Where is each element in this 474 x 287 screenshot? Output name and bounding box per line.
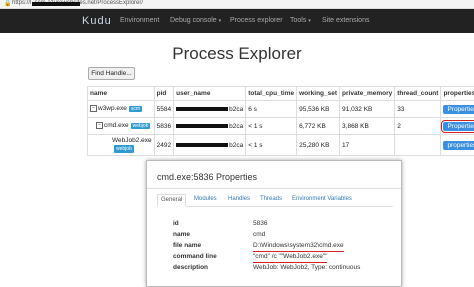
- working-set-cell: 6,772 KB: [297, 118, 340, 135]
- chevron-down-icon: ▾: [308, 18, 311, 24]
- private-memory-cell: 91,032 KB: [340, 101, 395, 118]
- table-row[interactable]: −cmd.exewebjob 5836 b2ca < 1 s 6,772 KB …: [88, 118, 474, 135]
- properties-cell: Properties...: [441, 101, 474, 118]
- nav-tools[interactable]: Tools ▾: [290, 17, 311, 24]
- table-header-row: name pid user_name total_cpu_time workin…: [88, 87, 474, 101]
- redaction-bar: [176, 107, 228, 111]
- properties-button[interactable]: Properties...: [443, 105, 474, 114]
- working-set-cell: 25,280 KB: [297, 135, 340, 156]
- property-key: description: [173, 262, 208, 273]
- process-name: cmd.exe: [104, 123, 129, 130]
- properties-cell: Properties...: [441, 118, 474, 135]
- process-name: WebJob2.exe: [112, 137, 152, 144]
- property-value: 5836: [253, 218, 267, 229]
- private-memory-cell: 17: [340, 135, 395, 156]
- cpu-time-cell: < 1 s: [246, 118, 297, 135]
- table-row[interactable]: −w3wp.exescm 5584 b2ca 6 s 95,536 KB 91,…: [88, 101, 474, 118]
- pid-cell: 2492: [154, 135, 173, 156]
- top-navbar: Kudu Environment Debug console ▾ Process…: [0, 9, 474, 33]
- nav-environment[interactable]: Environment: [120, 17, 159, 24]
- user-suffix: b2ca: [229, 123, 243, 130]
- tab-modules[interactable]: Modules: [191, 194, 220, 205]
- nav-process-explorer[interactable]: Process explorer: [230, 17, 283, 24]
- property-key: file name: [173, 240, 201, 251]
- private-memory-cell: 3,868 KB: [340, 118, 395, 135]
- redaction-bar: [176, 143, 228, 147]
- col-thread-count[interactable]: thread_count: [395, 87, 441, 101]
- process-table: name pid user_name total_cpu_time workin…: [87, 86, 474, 156]
- col-working-set[interactable]: working_set: [297, 87, 340, 101]
- working-set-cell: 95,536 KB: [297, 101, 340, 118]
- property-value: cmd: [253, 229, 265, 240]
- col-private-memory[interactable]: private_memory: [340, 87, 395, 101]
- webjob-badge: webjob: [131, 123, 151, 129]
- find-handle-button[interactable]: Find Handle...: [88, 67, 135, 80]
- properties-button[interactable]: properties: [443, 141, 474, 150]
- col-properties[interactable]: properties: [441, 87, 474, 101]
- properties-button[interactable]: Properties...: [443, 122, 474, 131]
- col-pid[interactable]: pid: [154, 87, 173, 101]
- tab-threads[interactable]: Threads: [257, 194, 285, 205]
- collapse-icon[interactable]: −: [90, 105, 97, 112]
- cpu-time-cell: 6 s: [246, 101, 297, 118]
- col-user-name[interactable]: user_name: [174, 87, 246, 101]
- browser-address-bar[interactable]: 🔒 https://l .scm.azurewebsites.net/Proce…: [0, 0, 474, 9]
- webjob-badge: webjob: [114, 145, 134, 153]
- pid-cell: 5584: [154, 101, 173, 118]
- process-name: w3wp.exe: [98, 106, 127, 113]
- collapse-icon[interactable]: −: [96, 122, 103, 129]
- thread-count-cell: 2: [395, 118, 441, 135]
- page-title: Process Explorer: [0, 44, 474, 64]
- cpu-time-cell: < 1 s: [246, 135, 297, 156]
- redaction-bar: [32, 2, 80, 6]
- scm-badge: scm: [129, 106, 142, 112]
- table-row[interactable]: WebJob2.exewebjob 2492 b2ca < 1 s 25,280…: [88, 135, 474, 156]
- dialog-tabs: General Modules Handles Threads Environm…: [157, 194, 393, 207]
- tab-handles[interactable]: Handles: [225, 194, 253, 205]
- user-name-cell: b2ca: [174, 118, 246, 135]
- chevron-down-icon: ▾: [219, 18, 222, 24]
- properties-cell: properties: [441, 135, 474, 156]
- redaction-bar: [176, 124, 228, 128]
- property-key: name: [173, 229, 190, 240]
- property-key: command line: [173, 251, 217, 262]
- user-suffix: b2ca: [229, 142, 243, 149]
- nav-site-extensions[interactable]: Site extensions: [322, 17, 369, 24]
- user-suffix: b2ca: [229, 106, 243, 113]
- property-key: id: [173, 218, 179, 229]
- col-total-cpu-time[interactable]: total_cpu_time: [246, 87, 297, 101]
- nav-debug-console[interactable]: Debug console ▾: [170, 17, 221, 24]
- properties-dialog: cmd.exe:5836 Properties General Modules …: [146, 160, 402, 287]
- user-name-cell: b2ca: [174, 135, 246, 156]
- thread-count-cell: 33: [395, 101, 441, 118]
- thread-count-cell: [395, 135, 441, 156]
- divider: [147, 188, 401, 189]
- dialog-title: cmd.exe:5836 Properties: [157, 172, 257, 182]
- tab-general[interactable]: General: [157, 194, 186, 207]
- property-value: WebJob: WebJob2, Type: continuous: [253, 262, 360, 273]
- process-name-cell: −cmd.exewebjob: [88, 118, 155, 135]
- lock-icon: 🔒: [4, 0, 11, 7]
- user-name-cell: b2ca: [174, 101, 246, 118]
- process-name-cell: WebJob2.exewebjob: [88, 135, 155, 156]
- kudu-brand[interactable]: Kudu: [82, 15, 112, 27]
- tab-environment-variables[interactable]: Environment Variables: [289, 194, 355, 205]
- col-name[interactable]: name: [88, 87, 155, 101]
- pid-cell: 5836: [154, 118, 173, 135]
- process-name-cell: −w3wp.exescm: [88, 101, 155, 118]
